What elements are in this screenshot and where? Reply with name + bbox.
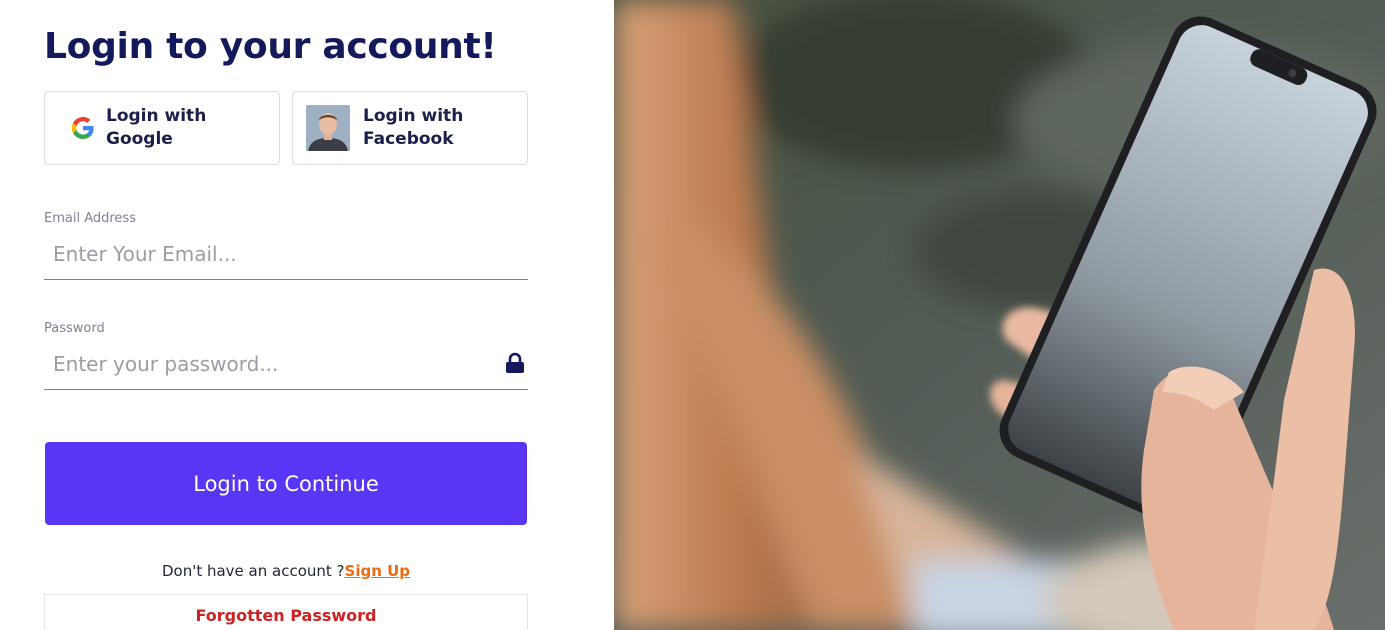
password-label: Password (44, 321, 105, 336)
facebook-login-label: Login with Facebook (363, 106, 464, 149)
email-field[interactable] (44, 228, 528, 280)
forgot-password-button[interactable]: Forgotten Password (44, 594, 528, 630)
lock-icon (506, 352, 524, 373)
signup-prompt: Don't have an account ?Sign Up (0, 562, 572, 580)
page-title: Login to your account! (44, 26, 497, 67)
hero-photo (614, 0, 1385, 630)
signup-link[interactable]: Sign Up (345, 562, 411, 580)
password-field[interactable] (44, 338, 528, 390)
email-label: Email Address (44, 211, 136, 226)
facebook-login-button[interactable]: Login with Facebook (292, 91, 528, 165)
google-icon (71, 117, 94, 139)
login-submit-button[interactable]: Login to Continue (45, 442, 527, 525)
login-panel: Login to your account! Login with Google… (0, 0, 614, 630)
google-login-label: Login with Google (106, 106, 207, 149)
no-account-text: Don't have an account ? (161, 562, 345, 580)
facebook-avatar (306, 105, 350, 151)
hand-holding-phone-illustration (614, 0, 1385, 630)
google-login-button[interactable]: Login with Google (44, 91, 280, 165)
